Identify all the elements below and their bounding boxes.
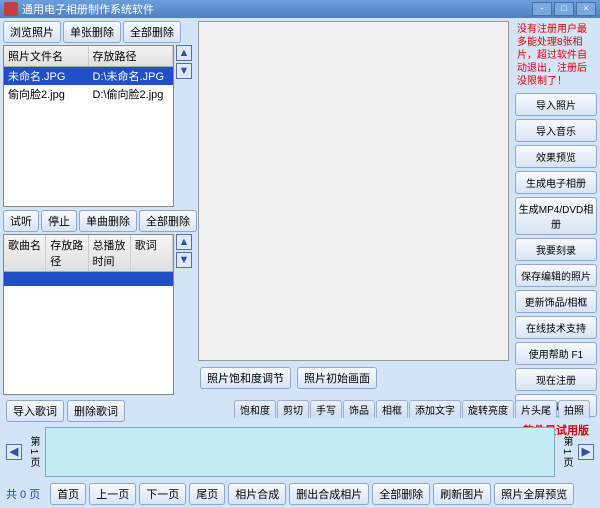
edit-tab-1[interactable]: 剪切 bbox=[277, 400, 309, 418]
footer-button-8[interactable]: 照片全屏预览 bbox=[494, 483, 574, 505]
music-toolbar-button-3[interactable]: 全部删除 bbox=[139, 210, 197, 232]
edit-tab-3[interactable]: 饰品 bbox=[343, 400, 375, 418]
photo-row[interactable]: 未命名.JPGD:\未命名.JPG bbox=[4, 67, 173, 85]
edit-tab-2[interactable]: 手写 bbox=[310, 400, 342, 418]
maximize-button[interactable]: □ bbox=[554, 2, 574, 16]
music-toolbar-button-1[interactable]: 停止 bbox=[41, 210, 77, 232]
right-button-10[interactable]: 现在注册 bbox=[515, 368, 597, 391]
music-th[interactable]: 歌词 bbox=[131, 235, 173, 271]
footer-button-2[interactable]: 下一页 bbox=[139, 483, 186, 505]
footer-button-6[interactable]: 全部删除 bbox=[372, 483, 430, 505]
photo-th[interactable]: 照片文件名 bbox=[4, 46, 89, 66]
music-th[interactable]: 歌曲名 bbox=[4, 235, 46, 271]
lyric-button-0[interactable]: 导入歌词 bbox=[6, 400, 64, 422]
lyric-button-1[interactable]: 删除歌词 bbox=[67, 400, 125, 422]
photo-table[interactable]: 照片文件名存放路径 未命名.JPGD:\未命名.JPG偷向脸2.jpgD:\偷向… bbox=[3, 45, 174, 207]
music-up-button[interactable]: ▲ bbox=[176, 234, 192, 250]
page-next-button[interactable]: ▶ bbox=[578, 444, 594, 460]
photo-up-button[interactable]: ▲ bbox=[176, 45, 192, 61]
music-th[interactable]: 总播放时间 bbox=[89, 235, 131, 271]
right-button-7[interactable]: 更新饰品/相框 bbox=[515, 290, 597, 313]
notice-text: 没有注册用户最多能处理8张相片，超过软件自动退出，注册后没限制了！ bbox=[515, 21, 597, 90]
page-label-left: 第 1 页 bbox=[26, 436, 41, 467]
close-button[interactable]: × bbox=[576, 2, 596, 16]
right-button-1[interactable]: 导入音乐 bbox=[515, 119, 597, 142]
music-toolbar-button-2[interactable]: 单曲删除 bbox=[79, 210, 137, 232]
right-panel: 没有注册用户最多能处理8张相片，超过软件自动退出，注册后没限制了！ 导入照片导入… bbox=[512, 18, 600, 398]
edit-tab-7[interactable]: 片头尾 bbox=[515, 400, 557, 418]
music-th[interactable]: 存放路径 bbox=[46, 235, 88, 271]
music-table[interactable]: 歌曲名存放路径总播放时间歌词 bbox=[3, 234, 174, 396]
footer-button-7[interactable]: 刷新图片 bbox=[433, 483, 491, 505]
footer-button-4[interactable]: 相片合成 bbox=[228, 483, 286, 505]
footer-button-3[interactable]: 尾页 bbox=[189, 483, 225, 505]
photo-row[interactable]: 偷向脸2.jpgD:\偷向脸2.jpg bbox=[4, 85, 173, 103]
page-label-right: 第 1 页 bbox=[559, 436, 574, 467]
right-button-5[interactable]: 我要刻录 bbox=[515, 238, 597, 261]
photo-toolbar-button-0[interactable]: 浏览照片 bbox=[3, 21, 61, 43]
right-button-3[interactable]: 生成电子相册 bbox=[515, 171, 597, 194]
edit-tab-4[interactable]: 相框 bbox=[376, 400, 408, 418]
footer-button-5[interactable]: 删出合成相片 bbox=[289, 483, 369, 505]
preview-area bbox=[198, 21, 509, 361]
edit-tab-8[interactable]: 拍照 bbox=[558, 400, 590, 418]
right-button-9[interactable]: 使用帮助 F1 bbox=[515, 342, 597, 365]
center-button-1[interactable]: 照片初始画面 bbox=[297, 367, 377, 389]
right-button-2[interactable]: 效果预览 bbox=[515, 145, 597, 168]
center-panel: 照片饱和度调节照片初始画面 bbox=[195, 18, 512, 398]
left-panel: 浏览照片单张删除全部删除 照片文件名存放路径 未命名.JPGD:\未命名.JPG… bbox=[0, 18, 195, 398]
page-prev-button[interactable]: ◀ bbox=[6, 444, 22, 460]
edit-tab-5[interactable]: 添加文字 bbox=[409, 400, 461, 418]
right-button-0[interactable]: 导入照片 bbox=[515, 93, 597, 116]
photo-toolbar-button-1[interactable]: 单张删除 bbox=[63, 21, 121, 43]
right-button-8[interactable]: 在线技术支持 bbox=[515, 316, 597, 339]
music-toolbar-button-0[interactable]: 试听 bbox=[3, 210, 39, 232]
photo-down-button[interactable]: ▼ bbox=[176, 63, 192, 79]
right-button-4[interactable]: 生成MP4/DVD相册 bbox=[515, 197, 597, 235]
edit-tab-6[interactable]: 旋转亮度 bbox=[462, 400, 514, 418]
right-button-6[interactable]: 保存编辑的照片 bbox=[515, 264, 597, 287]
footer-button-1[interactable]: 上一页 bbox=[89, 483, 136, 505]
app-icon bbox=[4, 2, 18, 16]
edit-tab-0[interactable]: 饱和度 bbox=[234, 400, 276, 418]
footer-button-0[interactable]: 首页 bbox=[50, 483, 86, 505]
thumbnail-strip[interactable] bbox=[45, 427, 555, 477]
photo-toolbar-button-2[interactable]: 全部删除 bbox=[123, 21, 181, 43]
music-down-button[interactable]: ▼ bbox=[176, 252, 192, 268]
music-row-empty[interactable] bbox=[4, 272, 173, 286]
photo-th[interactable]: 存放路径 bbox=[89, 46, 174, 66]
center-button-0[interactable]: 照片饱和度调节 bbox=[200, 367, 291, 389]
minimize-button[interactable]: - bbox=[532, 2, 552, 16]
app-title: 通用电子相册制作系统软件 bbox=[22, 1, 154, 17]
page-count: 共 0 页 bbox=[6, 486, 40, 502]
titlebar: 通用电子相册制作系统软件 - □ × bbox=[0, 0, 600, 18]
